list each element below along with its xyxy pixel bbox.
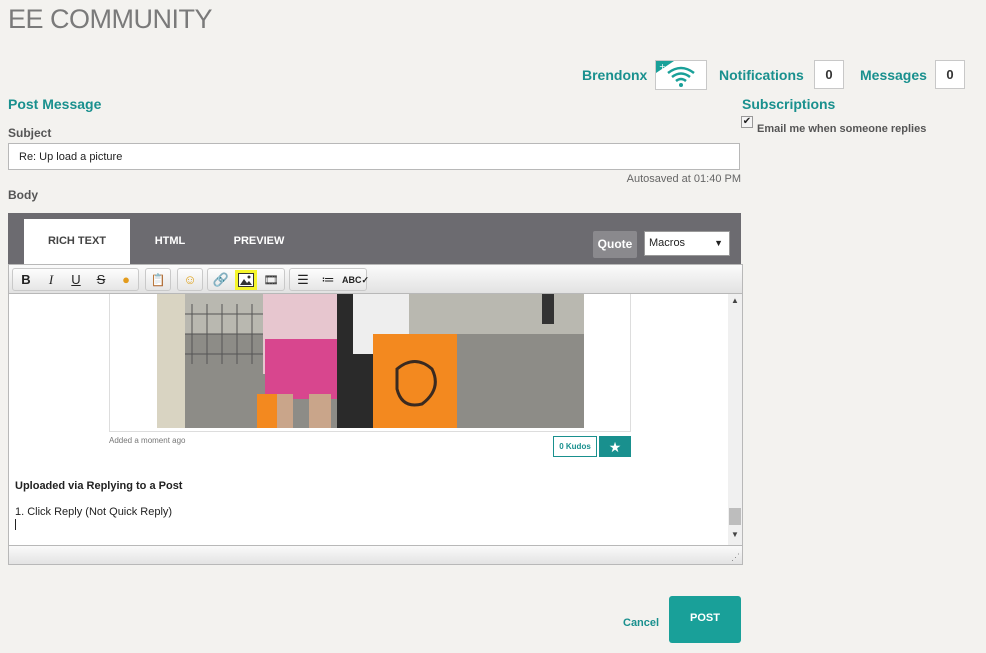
color-icon[interactable]: ● bbox=[115, 270, 137, 290]
spellcheck-icon[interactable]: ABC✓ bbox=[342, 270, 369, 290]
text-cursor bbox=[15, 519, 16, 530]
cancel-button[interactable]: Cancel bbox=[623, 617, 659, 629]
notifications-count[interactable]: 0 bbox=[814, 60, 844, 89]
paste-group: 📋 bbox=[145, 268, 171, 291]
post-button[interactable]: POST bbox=[669, 596, 741, 643]
editor-toolbar: B I U S ● 📋 ☺ 🔗 🎞 ☰ ≔ ABC✓ bbox=[8, 264, 743, 294]
username-link[interactable]: Brendonx bbox=[582, 67, 647, 83]
strikethrough-icon[interactable]: S bbox=[90, 270, 112, 290]
macros-value: Macros bbox=[649, 237, 686, 249]
image-icon[interactable] bbox=[235, 270, 257, 290]
image-caption: Added a moment ago bbox=[109, 436, 186, 445]
resize-grip-icon[interactable]: ⋰ bbox=[731, 552, 740, 563]
bullet-list-icon[interactable]: ≔ bbox=[317, 270, 339, 290]
scroll-thumb[interactable] bbox=[729, 508, 741, 525]
underline-icon[interactable]: U bbox=[65, 270, 87, 290]
scroll-up-icon[interactable]: ▲ bbox=[728, 296, 742, 305]
bold-icon[interactable]: B bbox=[15, 270, 37, 290]
dropdown-arrow-icon: ▼ bbox=[714, 238, 723, 248]
editor-header: RICH TEXT HTML PREVIEW Quote Macros ▼ bbox=[8, 213, 741, 264]
subject-label: Subject bbox=[8, 126, 52, 140]
editor-scrollbar[interactable]: ▲ ▼ bbox=[728, 294, 742, 545]
editor-content[interactable]: Added a moment ago 0 Kudos ★ Uploaded vi… bbox=[8, 294, 743, 545]
email-replies-checkbox[interactable]: ✔ bbox=[741, 116, 753, 128]
uploaded-photo[interactable] bbox=[157, 294, 584, 428]
macros-select[interactable]: Macros ▼ bbox=[644, 231, 730, 256]
list-group: ☰ ≔ ABC✓ bbox=[289, 268, 369, 291]
format-group: B I U S ● bbox=[12, 268, 139, 291]
italic-icon[interactable]: I bbox=[40, 270, 62, 290]
video-icon[interactable]: 🎞 bbox=[260, 270, 282, 290]
content-line: 1. Click Reply (Not Quick Reply) bbox=[15, 506, 173, 518]
photo-image bbox=[157, 294, 584, 428]
messages-link[interactable]: Messages bbox=[860, 67, 927, 83]
quote-button[interactable]: Quote bbox=[593, 231, 637, 258]
svg-text:+: + bbox=[659, 62, 666, 71]
image-frame bbox=[109, 294, 631, 432]
subject-input[interactable] bbox=[8, 143, 740, 170]
messages-count[interactable]: 0 bbox=[935, 60, 965, 89]
site-logo-text[interactable]: EE COMMUNITY bbox=[8, 4, 213, 35]
link-icon[interactable]: 🔗 bbox=[210, 270, 232, 290]
wifi-avatar-icon: + bbox=[656, 61, 695, 87]
scroll-down-icon[interactable]: ▼ bbox=[728, 530, 742, 539]
notifications-link[interactable]: Notifications bbox=[719, 67, 804, 83]
kudos-button[interactable]: 0 Kudos bbox=[553, 436, 597, 457]
autosave-status: Autosaved at 01:40 PM bbox=[626, 173, 741, 185]
emoji-icon[interactable]: ☺ bbox=[179, 270, 201, 290]
page-title: Post Message bbox=[8, 96, 102, 112]
body-label: Body bbox=[8, 188, 38, 202]
avatar[interactable]: + bbox=[655, 60, 707, 90]
content-heading: Uploaded via Replying to a Post bbox=[15, 480, 183, 492]
email-replies-label: Email me when someone replies bbox=[757, 123, 927, 135]
insert-group: 🔗 🎞 bbox=[207, 268, 285, 291]
tab-rich-text[interactable]: RICH TEXT bbox=[24, 219, 130, 264]
subscriptions-title: Subscriptions bbox=[742, 96, 836, 112]
paste-icon[interactable]: 📋 bbox=[147, 270, 169, 290]
tab-preview[interactable]: PREVIEW bbox=[220, 219, 298, 264]
tab-html[interactable]: HTML bbox=[136, 219, 204, 264]
numbered-list-icon[interactable]: ☰ bbox=[292, 270, 314, 290]
editor-status-bar: ⋰ bbox=[8, 545, 743, 565]
kudos-star-icon[interactable]: ★ bbox=[599, 436, 631, 457]
emoji-group: ☺ bbox=[177, 268, 203, 291]
